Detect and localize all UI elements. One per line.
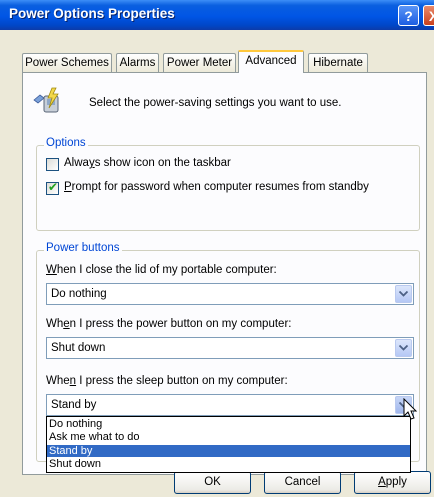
- checkmark-icon: ✔: [48, 180, 59, 194]
- dropdown-option-stand-by[interactable]: Stand by: [47, 445, 410, 457]
- sleep-button-action-value: Stand by: [51, 399, 97, 411]
- power-buttons-legend: Power buttons: [44, 242, 122, 254]
- tab-power-meter[interactable]: Power Meter: [163, 53, 236, 72]
- ok-button[interactable]: OK: [174, 471, 251, 494]
- dropdown-option-shut-down[interactable]: Shut down: [47, 458, 410, 470]
- header-text: Select the power-saving settings you wan…: [89, 97, 342, 109]
- mouse-cursor-icon: [403, 397, 419, 422]
- help-icon: ?: [404, 7, 413, 24]
- power-button-action-select[interactable]: Shut down: [46, 337, 414, 359]
- chevron-down-icon[interactable]: [395, 285, 412, 303]
- apply-button[interactable]: Apply: [354, 471, 431, 494]
- help-button[interactable]: ?: [398, 5, 419, 26]
- power-settings-icon: [32, 86, 66, 116]
- lid-action-select[interactable]: Do nothing: [46, 283, 414, 305]
- tab-hibernate[interactable]: Hibernate: [308, 53, 368, 72]
- sleep-button-action-select[interactable]: Stand by: [46, 394, 414, 416]
- sleep-button-action-label: When I press the sleep button on my comp…: [46, 375, 288, 387]
- dropdown-option-do-nothing[interactable]: Do nothing: [47, 418, 410, 430]
- power-button-action-value: Shut down: [51, 342, 106, 354]
- show-icon-label[interactable]: Always show icon on the taskbar: [64, 157, 231, 169]
- close-icon: X: [428, 7, 434, 24]
- chevron-down-icon[interactable]: [395, 339, 412, 357]
- window-title: Power Options Properties: [9, 6, 175, 21]
- close-button[interactable]: X: [423, 5, 434, 26]
- prompt-password-label[interactable]: Prompt for password when computer resume…: [64, 181, 369, 193]
- title-bar[interactable]: Power Options Properties ? X: [0, 0, 434, 30]
- options-legend: Options: [44, 137, 88, 149]
- lid-action-label: When I close the lid of my portable comp…: [46, 264, 277, 276]
- lid-action-value: Do nothing: [51, 288, 107, 300]
- dropdown-option-ask-me[interactable]: Ask me what to do: [47, 431, 410, 443]
- tab-advanced[interactable]: Advanced: [238, 50, 304, 73]
- cancel-button[interactable]: Cancel: [264, 471, 341, 494]
- tab-power-schemes[interactable]: Power Schemes: [22, 53, 112, 72]
- show-icon-checkbox[interactable]: [46, 158, 59, 171]
- tab-alarms[interactable]: Alarms: [116, 53, 159, 72]
- power-button-action-label: When I press the power button on my comp…: [46, 318, 292, 330]
- prompt-password-checkbox[interactable]: ✔: [46, 180, 59, 195]
- sleep-action-dropdown-list: Do nothing Ask me what to do Stand by Sh…: [46, 416, 411, 473]
